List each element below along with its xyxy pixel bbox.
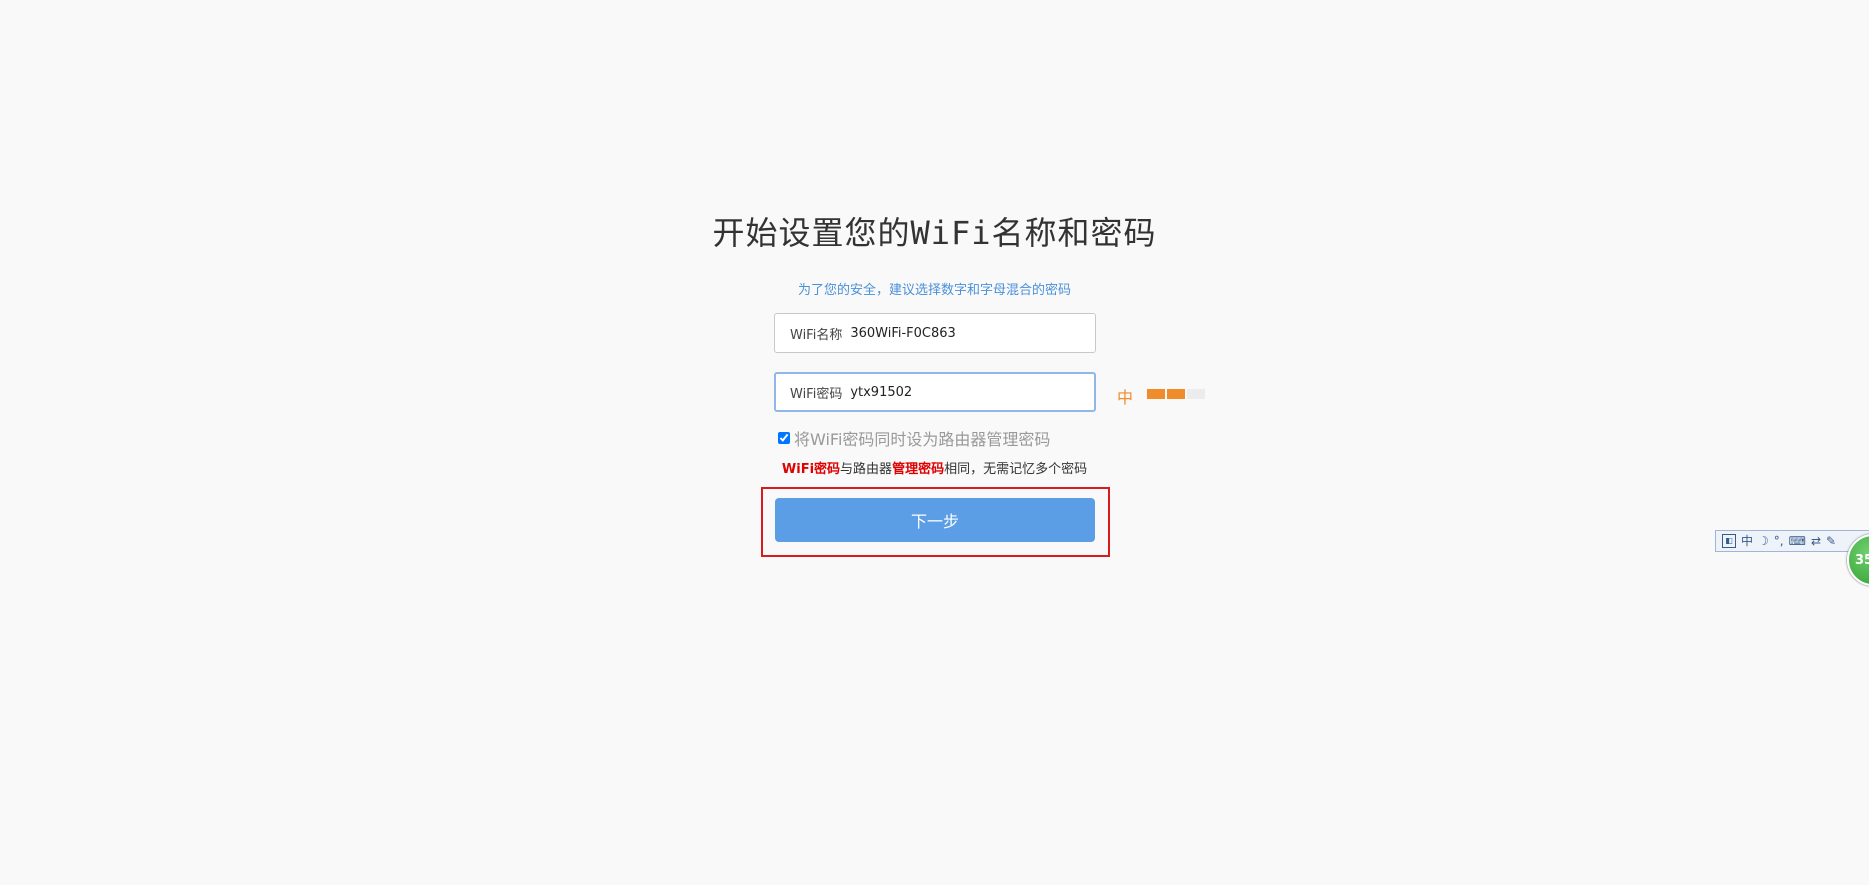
page-subtitle: 为了您的安全，建议选择数字和字母混合的密码 bbox=[797, 283, 1071, 298]
wifi-password-label: WiFi密码 bbox=[790, 386, 843, 402]
ime-mode-toggle[interactable]: 中 bbox=[1741, 534, 1753, 548]
wifi-password-field[interactable]: WiFi密码 bbox=[774, 372, 1096, 412]
ime-logo-icon[interactable]: ◧ bbox=[1722, 534, 1736, 548]
wifi-password-input[interactable] bbox=[850, 384, 1051, 400]
sync-admin-password-checkbox[interactable] bbox=[778, 432, 790, 444]
strength-segment bbox=[1167, 389, 1185, 399]
sync-admin-password-label: 将WiFi密码同时设为路由器管理密码 bbox=[794, 430, 1051, 449]
simplified-traditional-icon[interactable]: ⇄ bbox=[1811, 534, 1821, 548]
soft-keyboard-icon[interactable]: ⌨ bbox=[1789, 534, 1806, 548]
password-hint: WiFi密码与路由器管理密码相同，无需记忆多个密码 bbox=[0, 458, 1869, 477]
settings-wrench-icon[interactable]: ✎ bbox=[1826, 534, 1836, 548]
wifi-name-label: WiFi名称 bbox=[790, 327, 843, 343]
hint-admin-password: 管理密码 bbox=[892, 462, 945, 477]
hint-wifi-password: WiFi密码 bbox=[781, 462, 841, 477]
next-step-button[interactable]: 下一步 bbox=[775, 498, 1095, 542]
setup-page: 开始设置您的WiFi名称和密码 为了您的安全，建议选择数字和字母混合的密码 Wi… bbox=[0, 0, 1869, 885]
page-title: 开始设置您的WiFi名称和密码 bbox=[712, 214, 1157, 252]
password-strength-meter bbox=[1147, 389, 1205, 399]
badge-text: 35 bbox=[1855, 552, 1869, 568]
hint-text-1: 与路由器 bbox=[840, 462, 893, 477]
wifi-name-field[interactable]: WiFi名称 bbox=[774, 313, 1096, 353]
punctuation-icon[interactable]: °, bbox=[1774, 534, 1784, 548]
sync-admin-password-option[interactable]: 将WiFi密码同时设为路由器管理密码 bbox=[778, 426, 1050, 450]
hint-text-2: 相同，无需记忆多个密码 bbox=[944, 462, 1088, 477]
ime-toolbar[interactable]: ◧ 中 ☽ °, ⌨ ⇄ ✎ bbox=[1715, 530, 1869, 552]
strength-segment bbox=[1187, 389, 1205, 399]
wifi-name-input[interactable] bbox=[850, 325, 1051, 341]
strength-segment bbox=[1147, 389, 1165, 399]
password-strength-label: 中 bbox=[1117, 388, 1134, 407]
half-width-moon-icon[interactable]: ☽ bbox=[1758, 534, 1769, 548]
